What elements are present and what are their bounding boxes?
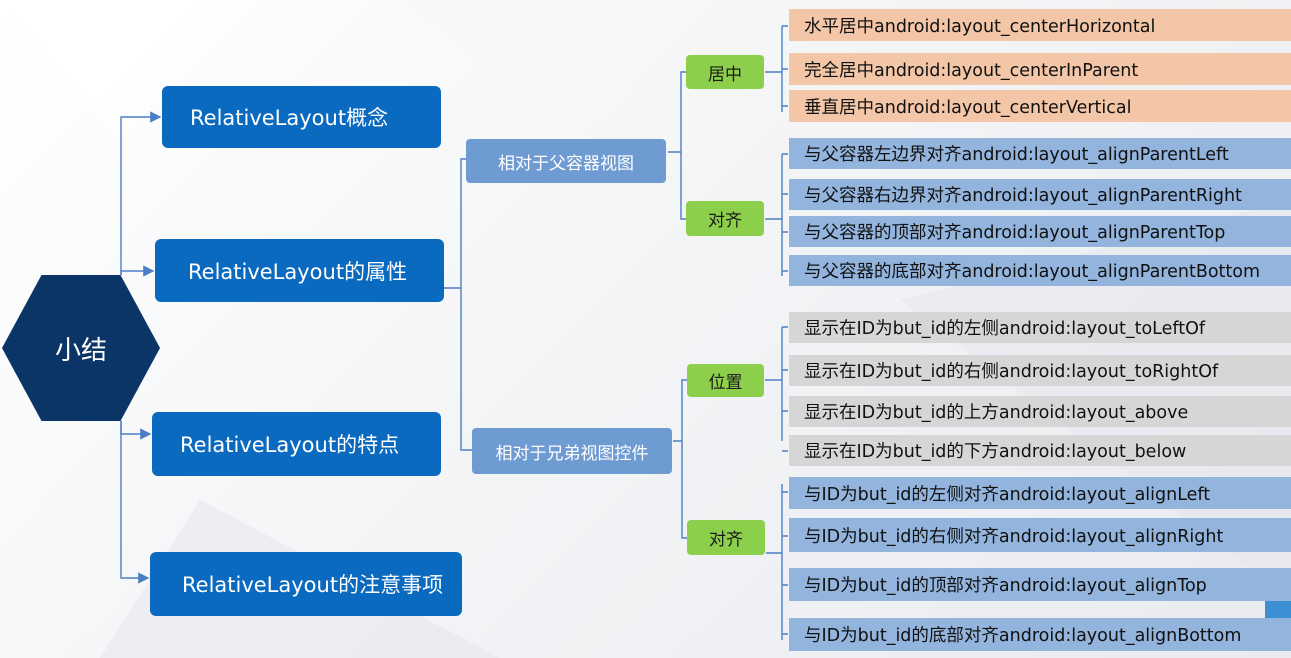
node-label: 居中 (708, 64, 742, 85)
leaf-label: 显示在ID为but_id的下方android:layout_below (804, 442, 1187, 462)
node-sibling-align: 对齐 (687, 520, 765, 555)
connector-sibling-position (673, 379, 687, 442)
node-center: 居中 (686, 55, 764, 89)
leaf-align-bottom: 与ID为but_id的底部对齐android:layout_alignBotto… (789, 618, 1291, 651)
leaf-center-vertical: 垂直居中android:layout_centerVertical (789, 90, 1291, 122)
leaf-label: 与ID为but_id的左侧对齐android:layout_alignLeft (804, 484, 1211, 505)
node-label: 对齐 (709, 530, 743, 550)
node-relativelayout-features: RelativeLayout的特点 (152, 412, 441, 476)
leaf-align-top: 与ID为but_id的顶部对齐android:layout_alignTop (789, 568, 1291, 601)
node-label: RelativeLayout的注意事项 (182, 573, 444, 597)
leaf-label: 显示在ID为but_id的上方android:layout_above (804, 403, 1189, 423)
connector-center-attrs (120, 265, 155, 277)
leaf-label: 与父容器的顶部对齐android:layout_alignParentTop (804, 223, 1226, 243)
leaf-label: 与ID为but_id的右侧对齐android:layout_alignRight (804, 526, 1224, 547)
center-label: 小结 (54, 335, 107, 366)
connector-attrs-sibling (460, 288, 472, 451)
leaf-label: 与父容器右边界对齐android:layout_alignParentRight (804, 186, 1242, 206)
leaf-above: 显示在ID为but_id的上方android:layout_above (789, 396, 1291, 427)
leaf-center-horizontal: 水平居中android:layout_centerHorizontal (789, 9, 1291, 41)
leaf-label: 显示在ID为but_id的右侧android:layout_toRightOf (804, 362, 1219, 382)
leaf-label: 与父容器的底部对齐android:layout_alignParentBotto… (804, 262, 1261, 282)
leaf-align-right: 与ID为but_id的右侧对齐android:layout_alignRight (789, 518, 1291, 552)
node-label: RelativeLayout的属性 (188, 259, 408, 284)
leaf-to-left-of: 显示在ID为but_id的左侧android:layout_toLeftOf (789, 312, 1291, 343)
node-label: 对齐 (708, 211, 742, 231)
leaf-label: 垂直居中android:layout_centerVertical (804, 97, 1132, 118)
leaf-label: 显示在ID为but_id的左侧android:layout_toLeftOf (804, 319, 1206, 339)
node-position: 位置 (687, 364, 764, 397)
node-relative-to-sibling: 相对于兄弟视图控件 (472, 428, 672, 474)
connector-center-notes (120, 421, 150, 584)
leaf-to-right-of: 显示在ID为but_id的右侧android:layout_toRightOf (789, 355, 1291, 386)
node-relativelayout-notes: RelativeLayout的注意事项 (150, 552, 462, 616)
node-label: 位置 (708, 373, 743, 393)
leaf-label: 与ID为but_id的顶部对齐android:layout_alignTop (804, 576, 1207, 596)
node-relativelayout-concept: RelativeLayout概念 (162, 86, 441, 148)
corner-accent (1265, 601, 1291, 618)
leaf-align-left: 与ID为but_id的左侧对齐android:layout_alignLeft (789, 477, 1291, 509)
node-relative-to-parent: 相对于父容器视图 (466, 139, 666, 183)
leaf-center-in-parent: 完全居中android:layout_centerInParent (789, 53, 1291, 85)
node-label: RelativeLayout概念 (190, 106, 389, 130)
node-label: RelativeLayout的特点 (180, 433, 400, 457)
leaf-align-parent-left: 与父容器左边界对齐android:layout_alignParentLeft (789, 138, 1291, 169)
leaf-label: 水平居中android:layout_centerHorizontal (804, 16, 1156, 37)
leaf-label: 完全居中android:layout_centerInParent (804, 60, 1139, 81)
node-label: 相对于兄弟视图控件 (495, 443, 649, 464)
node-relativelayout-attributes: RelativeLayout的属性 (155, 239, 444, 302)
leaf-align-parent-top: 与父容器的顶部对齐android:layout_alignParentTop (789, 216, 1291, 247)
node-parent-align: 对齐 (686, 201, 764, 236)
leaf-label: 与ID为but_id的底部对齐android:layout_alignBotto… (804, 626, 1242, 646)
node-label: 相对于父容器视图 (498, 153, 634, 174)
leaf-below: 显示在ID为but_id的下方android:layout_below (789, 435, 1291, 466)
connector-attrs-parent (444, 158, 466, 289)
leaf-align-parent-right: 与父容器右边界对齐android:layout_alignParentRight (789, 179, 1291, 210)
connector-center-features (120, 421, 152, 440)
connector-parent-center (668, 71, 686, 153)
leaf-align-parent-bottom: 与父容器的底部对齐android:layout_alignParentBotto… (789, 255, 1291, 286)
leaf-label: 与父容器左边界对齐android:layout_alignParentLeft (804, 145, 1229, 165)
